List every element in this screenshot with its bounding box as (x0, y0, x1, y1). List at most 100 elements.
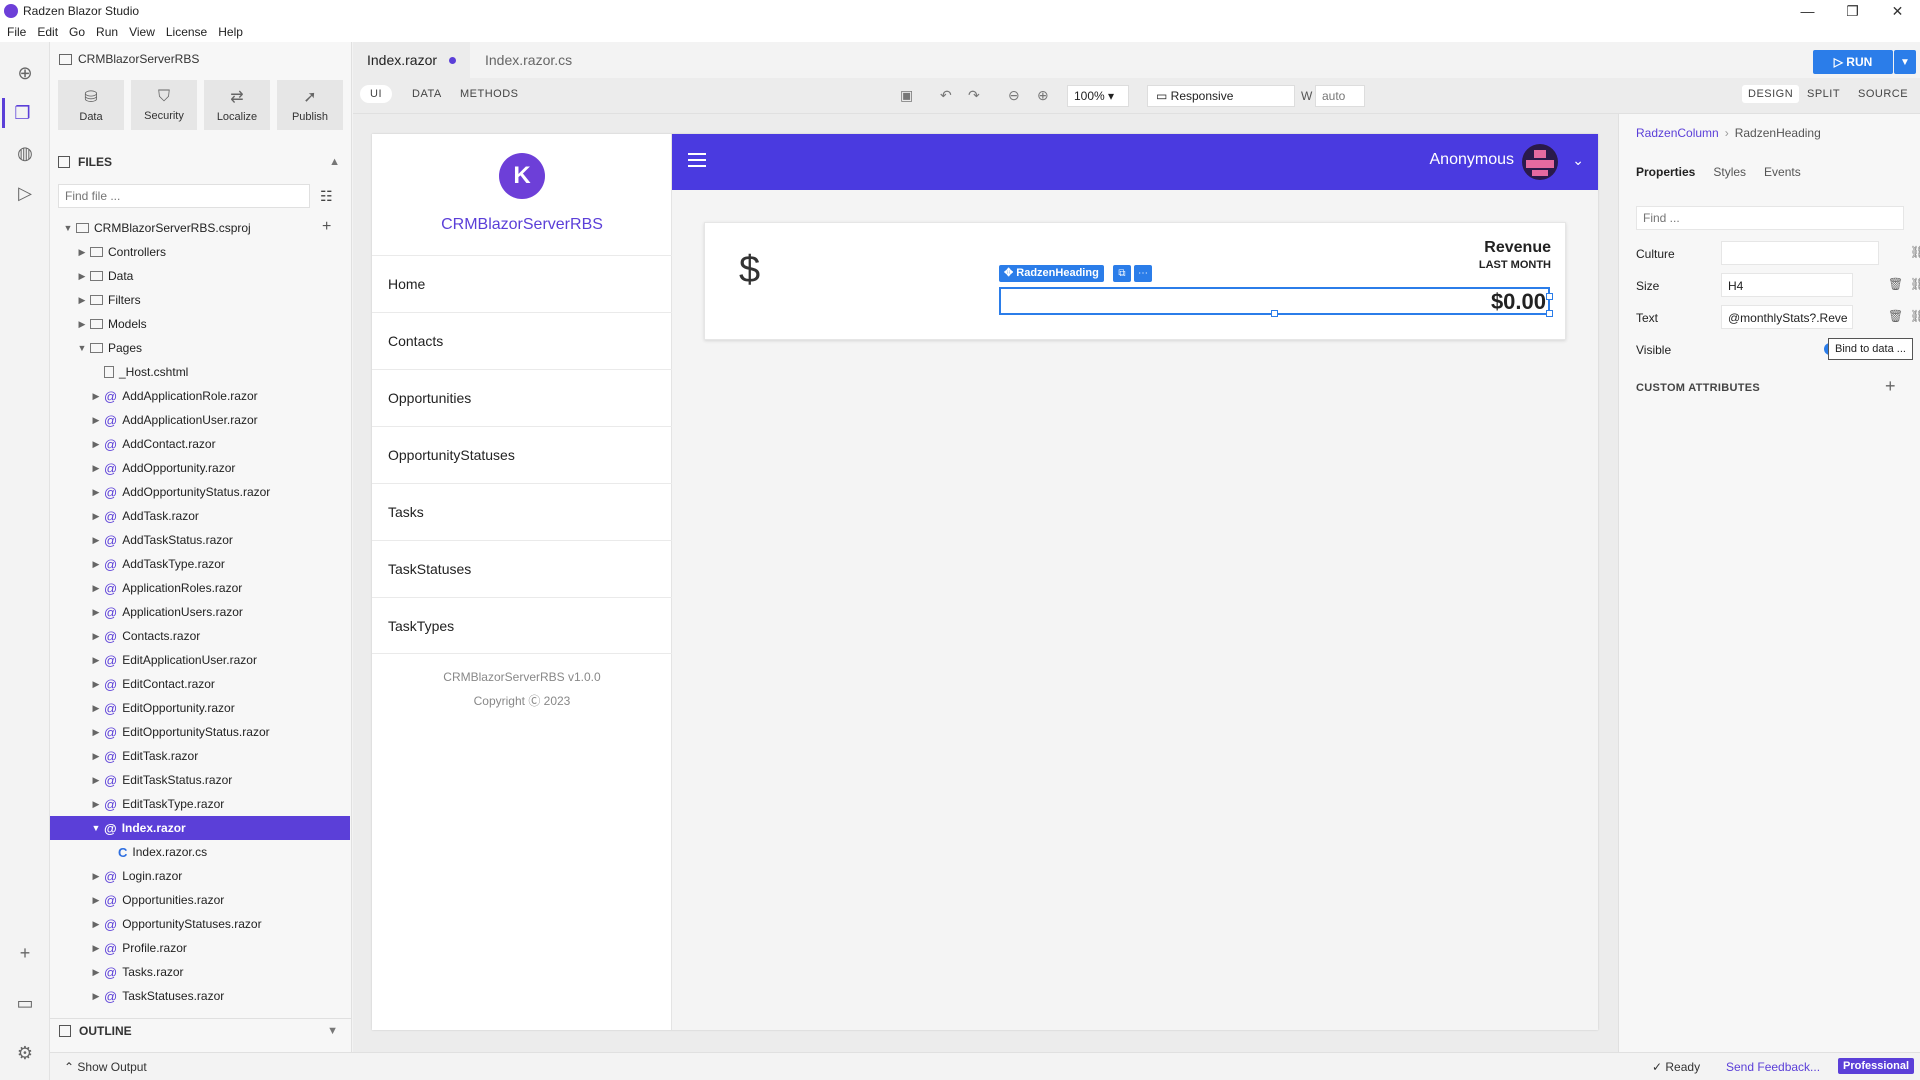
file-tree-item[interactable]: ▶ @ AddApplicationUser.razor (50, 408, 350, 432)
resize-handle[interactable] (1546, 293, 1553, 300)
folder-open-icon[interactable]: ▭ (10, 988, 40, 1018)
selected-component-tag[interactable]: ✥ RadzenHeading (999, 265, 1104, 282)
device-select[interactable]: ▭ Responsive (1147, 85, 1295, 107)
file-tree-item[interactable]: ▶ Controllers (50, 240, 350, 264)
localize-button[interactable]: ⇄ Localize (204, 80, 270, 130)
mode-methods[interactable]: METHODS (460, 88, 519, 100)
delete-icon[interactable]: 🗑 (1888, 277, 1903, 291)
file-tree-item[interactable]: ▼ @ Index.razor (50, 816, 350, 840)
zoom-select[interactable]: 100% ▾ (1067, 85, 1129, 107)
tab-index-razor-cs[interactable]: Index.razor.cs (471, 42, 586, 78)
publish-button[interactable]: ➚ Publish (277, 80, 343, 130)
add-icon[interactable]: + (10, 938, 40, 968)
run-dropdown-button[interactable]: ▼ (1894, 50, 1916, 74)
nav-task-types[interactable]: TaskTypes (372, 597, 672, 654)
menu-go[interactable]: Go (69, 25, 85, 39)
file-tree-item[interactable]: ▶ @ OpportunityStatuses.razor (50, 912, 350, 936)
settings-icon[interactable]: ⚙ (10, 1038, 40, 1068)
tab-events[interactable]: Events (1764, 165, 1801, 179)
undo-icon[interactable]: ↶ (940, 87, 952, 104)
nav-tasks[interactable]: Tasks (372, 483, 672, 540)
chevron-down-icon[interactable]: ▼ (90, 823, 102, 833)
file-tree-item[interactable]: ▶ @ Profile.razor (50, 936, 350, 960)
file-tree-item[interactable]: ▶ @ ApplicationRoles.razor (50, 576, 350, 600)
chevron-right-icon[interactable]: ▶ (90, 799, 102, 810)
file-tree-item[interactable]: _Host.cshtml (50, 360, 350, 384)
file-tree-item[interactable]: ▶ @ EditApplicationUser.razor (50, 648, 350, 672)
maximize-button[interactable]: ❐ (1830, 0, 1875, 22)
menu-view[interactable]: View (129, 25, 155, 39)
file-tree-item[interactable]: ▶ @ EditContact.razor (50, 672, 350, 696)
zoom-in-icon[interactable]: ⊕ (1037, 87, 1049, 104)
chevron-right-icon[interactable]: ▶ (76, 319, 88, 330)
save-icon[interactable]: ▣ (900, 87, 913, 104)
culture-field[interactable] (1721, 241, 1879, 265)
file-tree-item[interactable]: ▶ @ EditTask.razor (50, 744, 350, 768)
files-icon[interactable]: ❐ (2, 98, 40, 128)
security-button[interactable]: ⛉ Security (131, 80, 197, 130)
file-tree-item[interactable]: ▶ @ AddOpportunityStatus.razor (50, 480, 350, 504)
tree-view-icon[interactable]: ☷ (320, 188, 333, 205)
view-source[interactable]: SOURCE (1858, 88, 1908, 100)
file-tree-item[interactable]: ▶ @ EditOpportunityStatus.razor (50, 720, 350, 744)
breadcrumb-parent[interactable]: RadzenColumn (1636, 126, 1719, 140)
mode-data[interactable]: DATA (412, 88, 442, 100)
files-header[interactable]: FILES ▲ (58, 150, 346, 174)
link-icon[interactable]: ⛓ (1910, 309, 1920, 323)
chevron-right-icon[interactable]: ▶ (90, 511, 102, 522)
chevron-right-icon[interactable]: ▶ (90, 559, 102, 570)
chevron-right-icon[interactable]: ▶ (90, 439, 102, 450)
nav-opportunities[interactable]: Opportunities (372, 369, 672, 426)
size-field[interactable]: H4 (1721, 273, 1853, 297)
file-tree-item[interactable]: ▶ @ EditTaskType.razor (50, 792, 350, 816)
add-attribute-icon[interactable]: + (1885, 376, 1896, 397)
file-tree-item[interactable]: ▶ @ TaskStatuses.razor (50, 984, 350, 1008)
chevron-right-icon[interactable]: ▶ (76, 247, 88, 258)
menu-edit[interactable]: Edit (37, 25, 58, 39)
file-tree-item[interactable]: ▶ Filters (50, 288, 350, 312)
hamburger-icon[interactable] (688, 153, 706, 171)
mode-ui[interactable]: UI (360, 85, 392, 103)
file-tree-item[interactable]: ▶ @ AddOpportunity.razor (50, 456, 350, 480)
chevron-down-icon[interactable]: ▼ (62, 223, 74, 233)
resize-handle[interactable] (1546, 310, 1553, 317)
file-tree-item[interactable]: ▶ @ AddTask.razor (50, 504, 350, 528)
nav-contacts[interactable]: Contacts (372, 312, 672, 369)
file-tree-item[interactable]: ▶ @ AddContact.razor (50, 432, 350, 456)
menu-help[interactable]: Help (218, 25, 243, 39)
chevron-right-icon[interactable]: ▶ (76, 295, 88, 306)
resize-handle[interactable] (1271, 310, 1278, 317)
link-icon[interactable]: ⛓ (1910, 277, 1920, 291)
chevron-right-icon[interactable]: ▶ (90, 919, 102, 930)
run-debug-icon[interactable]: ▷ (10, 178, 40, 208)
link-icon[interactable]: ⛓ (1910, 245, 1920, 259)
file-tree-item[interactable]: ▶ @ AddApplicationRole.razor (50, 384, 350, 408)
chevron-right-icon[interactable]: ▶ (90, 751, 102, 762)
outline-header[interactable]: OUTLINE ▼ (50, 1018, 352, 1042)
chevron-right-icon[interactable]: ▶ (90, 463, 102, 474)
file-tree-item[interactable]: ▶ @ ApplicationUsers.razor (50, 600, 350, 624)
components-icon[interactable]: ⊕ (10, 58, 40, 88)
avatar[interactable] (1522, 144, 1558, 180)
file-tree-item[interactable]: ▶ Data (50, 264, 350, 288)
menu-file[interactable]: File (7, 25, 26, 39)
redo-icon[interactable]: ↷ (968, 87, 980, 104)
chevron-right-icon[interactable]: ▶ (90, 607, 102, 618)
chevron-down-icon[interactable]: ▼ (76, 343, 88, 353)
chevron-right-icon[interactable]: ▶ (90, 535, 102, 546)
tab-styles[interactable]: Styles (1713, 165, 1746, 179)
chevron-right-icon[interactable]: ▶ (90, 991, 102, 1002)
text-field[interactable]: @monthlyStats?.Reve (1721, 305, 1853, 329)
run-button[interactable]: ▷ RUN (1813, 50, 1893, 74)
chevron-right-icon[interactable]: ▶ (90, 391, 102, 402)
select-parent-icon[interactable]: ⧉ (1113, 265, 1131, 282)
file-tree-item[interactable]: ▶ @ Opportunities.razor (50, 888, 350, 912)
nav-home[interactable]: Home (372, 255, 672, 312)
chevron-right-icon[interactable]: ▶ (90, 415, 102, 426)
view-design[interactable]: DESIGN (1742, 85, 1800, 103)
nav-task-statuses[interactable]: TaskStatuses (372, 540, 672, 597)
property-search-input[interactable] (1636, 206, 1904, 230)
data-button[interactable]: ⛁ Data (58, 80, 124, 130)
chevron-right-icon[interactable]: ▶ (90, 487, 102, 498)
show-output-button[interactable]: ⌃ Show Output (64, 1060, 147, 1074)
